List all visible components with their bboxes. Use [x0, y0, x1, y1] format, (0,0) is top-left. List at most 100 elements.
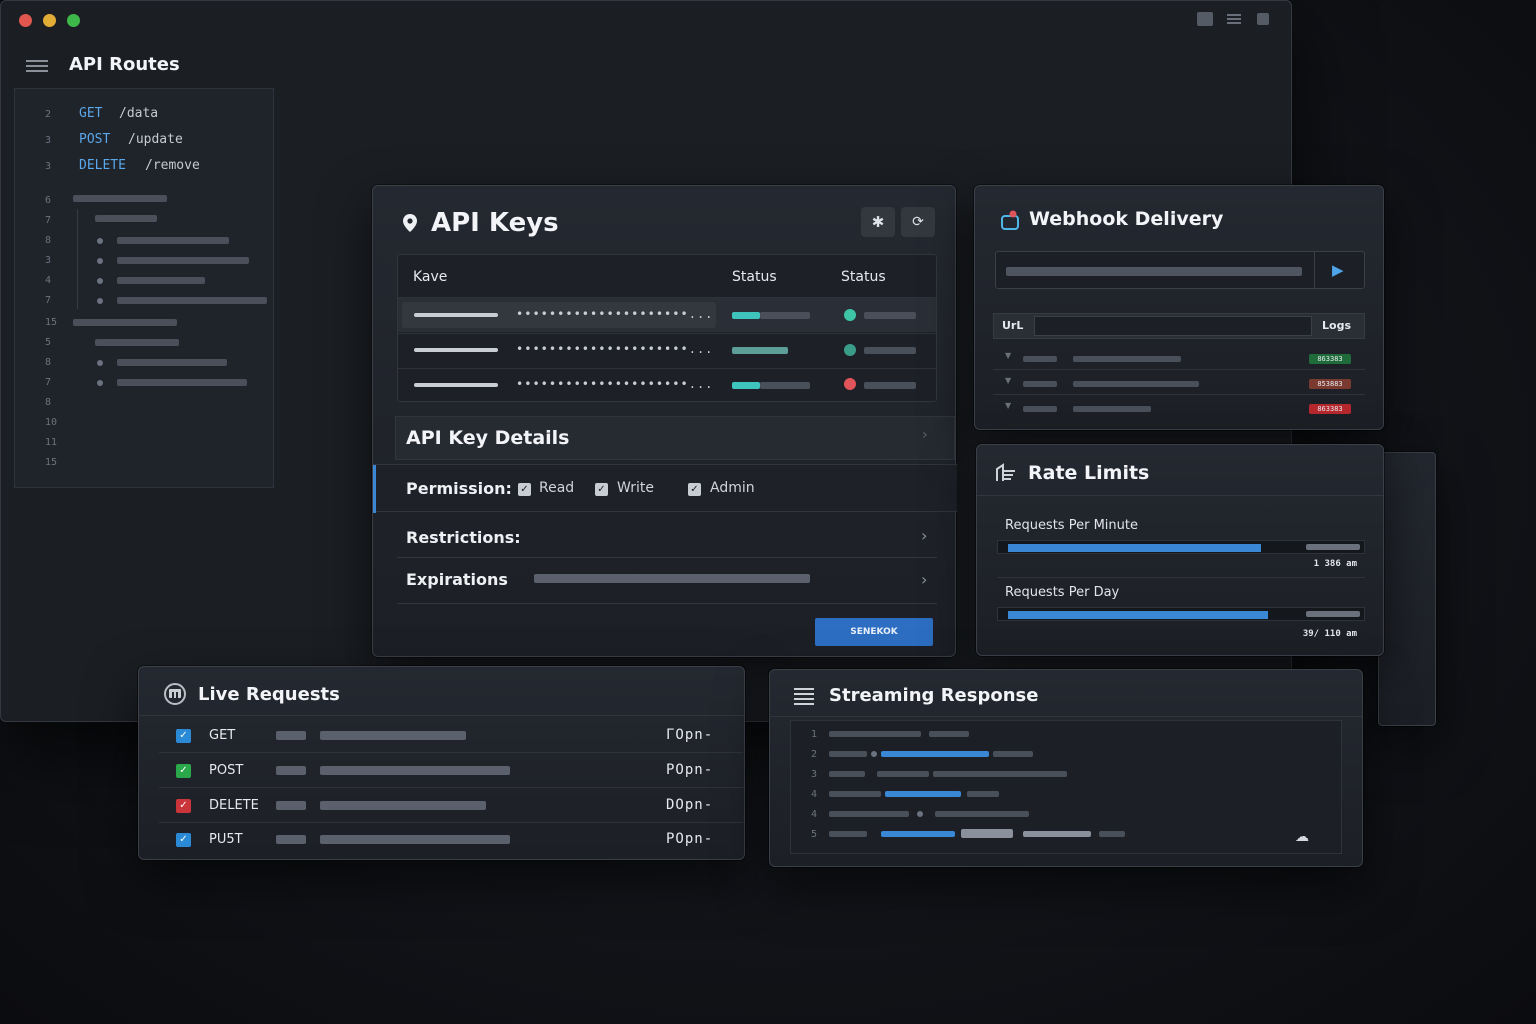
request-time: [276, 835, 306, 844]
code-line: [95, 339, 179, 346]
permission-label: Permission:: [406, 479, 512, 498]
code-line: [117, 257, 249, 264]
route-method[interactable]: DELETE: [79, 158, 126, 173]
column-header-key[interactable]: Kave: [413, 269, 447, 285]
restrictions-row[interactable]: Restrictions: ›: [397, 516, 937, 558]
log-url: [1073, 381, 1199, 387]
line-number: 8: [45, 397, 52, 408]
column-header-status[interactable]: Status: [732, 269, 777, 285]
hamburger-menu-icon[interactable]: [26, 60, 48, 72]
close-window-button[interactable]: [19, 14, 32, 27]
line-number: 3: [45, 135, 52, 146]
rate-limits-panel: Rate Limits Requests Per Minute 1 386 am…: [976, 444, 1384, 656]
line-number: 6: [45, 195, 52, 206]
log-row[interactable]: ▼ 853883: [993, 371, 1365, 395]
line-number: 2: [45, 109, 52, 120]
request-path: [320, 731, 466, 740]
window-tile-icon[interactable]: [1197, 12, 1213, 26]
rate-limit-marker: [1306, 611, 1360, 617]
route-path[interactable]: /data: [119, 106, 158, 121]
api-key-details-title: API Key Details: [406, 427, 570, 449]
route-path[interactable]: /remove: [145, 158, 200, 173]
admin-checkbox[interactable]: ✓: [688, 483, 701, 496]
line-number: 8: [45, 235, 52, 246]
table-row[interactable]: •••••••••••••••••••••...: [398, 369, 936, 403]
request-type-icon: ✓: [176, 729, 191, 743]
window-menu-icon[interactable]: [1227, 12, 1241, 26]
log-row[interactable]: ▼ 863383: [993, 346, 1365, 370]
code-line: [117, 237, 229, 244]
request-row[interactable]: ✓ POST POpn-: [159, 754, 743, 788]
window-square-icon[interactable]: [1257, 13, 1269, 25]
table-row[interactable]: •••••••••••••••••••••...: [398, 298, 936, 332]
route-method[interactable]: GET: [79, 106, 102, 121]
webhook-url-input[interactable]: ▶: [995, 251, 1365, 289]
write-checkbox[interactable]: ✓: [595, 483, 608, 496]
list-icon: [794, 688, 814, 705]
request-type-icon: ✓: [176, 833, 191, 847]
submit-button[interactable]: SENEKOK: [815, 618, 933, 646]
code-line: [877, 771, 929, 777]
key-value: •••••••••••••••••••••...: [516, 342, 714, 356]
bullet-dot: [97, 278, 103, 284]
code-line-highlight: [881, 751, 989, 757]
request-row[interactable]: ✓ DELETE DOpn-: [159, 789, 743, 823]
route-path[interactable]: /update: [128, 132, 183, 147]
request-row[interactable]: ✓ GET ГOpn-: [159, 719, 743, 753]
live-requests-title: Live Requests: [198, 684, 340, 705]
request-status: ГOpn-: [666, 727, 714, 743]
rate-value: 39/ 110 am: [1302, 629, 1357, 639]
line-number: 3: [45, 161, 52, 172]
refresh-icon[interactable]: ⟳: [901, 207, 935, 237]
bullet-dot: [871, 751, 877, 757]
code-line: [829, 811, 909, 817]
code-line: [933, 771, 1067, 777]
column-header-status-2[interactable]: Status: [841, 269, 886, 285]
bug-icon[interactable]: ✱: [861, 207, 895, 237]
logs-label[interactable]: Logs: [1322, 319, 1351, 332]
minimize-window-button[interactable]: [43, 14, 56, 27]
divider: [770, 716, 1362, 717]
key-name: [414, 383, 498, 387]
rate-progress-fill: [1008, 544, 1261, 552]
expand-icon[interactable]: ▼: [1005, 401, 1011, 410]
bullet-dot: [97, 298, 103, 304]
url-filter-input[interactable]: [1034, 316, 1312, 336]
code-line-highlight: [885, 791, 961, 797]
cloud-icon[interactable]: ☁: [1295, 829, 1309, 845]
code-line: [73, 195, 167, 202]
api-key-details-header[interactable]: API Key Details ›: [395, 416, 955, 460]
line-number: 15: [45, 317, 58, 328]
expirations-row[interactable]: Expirations ›: [397, 560, 937, 604]
line-number: 10: [45, 417, 58, 428]
status-badge: 853883: [1309, 379, 1351, 389]
send-icon[interactable]: ▶: [1332, 261, 1344, 279]
usage-bar-fill: [732, 347, 788, 354]
streaming-response-panel: Streaming Response 1 2 3 4 4 5 ☁: [769, 669, 1363, 867]
url-label: UrL: [1002, 319, 1024, 332]
request-row[interactable]: ✓ PU5T POpn-: [159, 824, 743, 858]
maximize-window-button[interactable]: [67, 14, 80, 27]
line-number: 7: [45, 295, 52, 306]
code-line: [929, 731, 969, 737]
line-number: 7: [45, 377, 52, 388]
log-row[interactable]: ▼ 863383: [993, 396, 1365, 420]
read-checkbox[interactable]: ✓: [518, 483, 531, 496]
expand-icon[interactable]: ▼: [1005, 351, 1011, 360]
divider: [1314, 252, 1315, 288]
table-row[interactable]: •••••••••••••••••••••...: [398, 334, 936, 368]
expiration-date-bar[interactable]: [534, 574, 810, 583]
request-status: POpn-: [666, 831, 714, 847]
bullet-dot: [97, 380, 103, 386]
route-method[interactable]: POST: [79, 132, 110, 147]
request-time: [276, 766, 306, 775]
line-number: 15: [45, 457, 58, 468]
key-value: •••••••••••••••••••••...: [516, 377, 714, 391]
log-url: [1073, 406, 1151, 412]
key-name: [414, 348, 498, 352]
active-indicator: [373, 465, 376, 513]
expand-icon[interactable]: ▼: [1005, 376, 1011, 385]
divider: [139, 715, 744, 716]
request-method: POST: [209, 763, 244, 778]
status-text: [864, 382, 916, 389]
